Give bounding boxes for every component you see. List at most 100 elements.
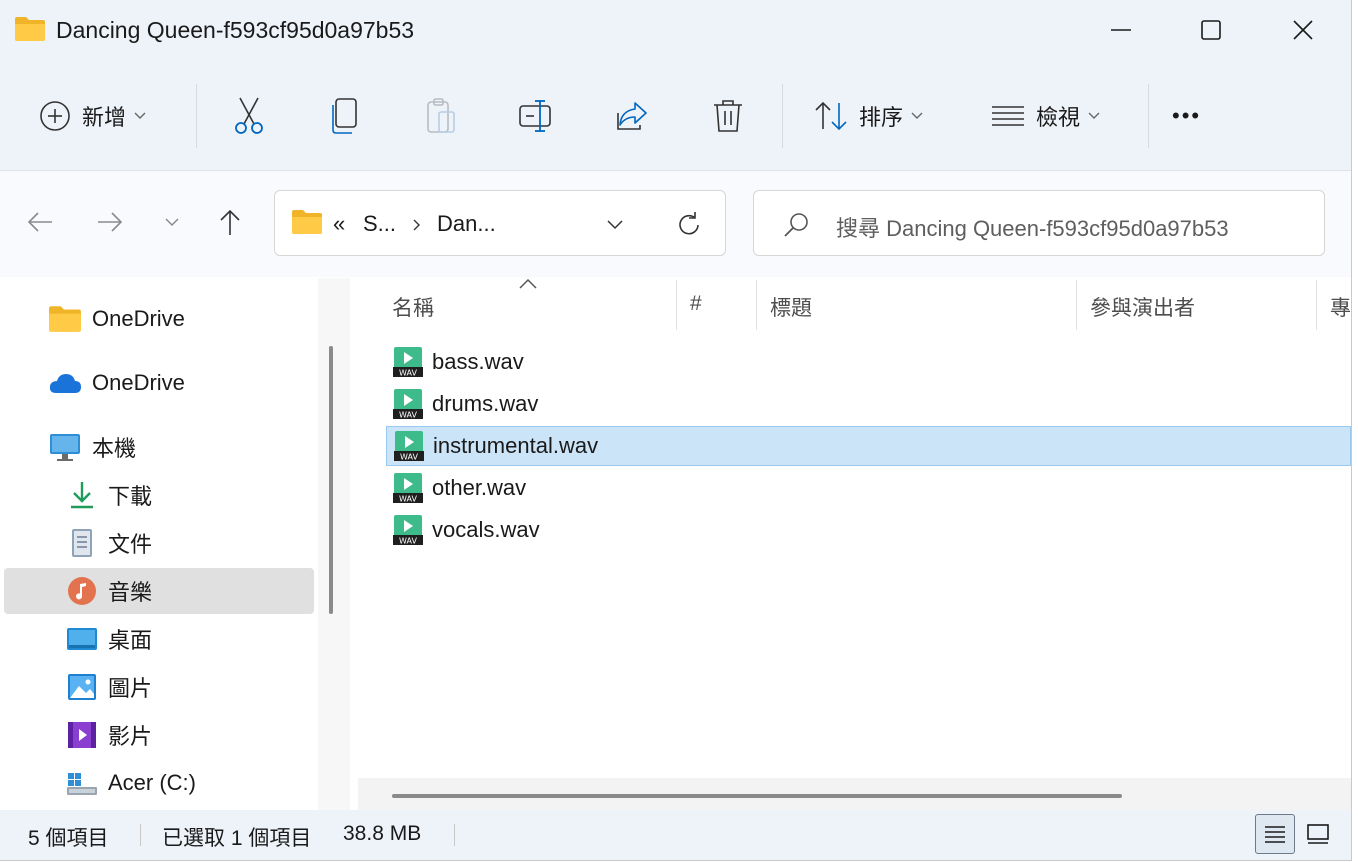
recent-locations-button[interactable] [154, 204, 190, 240]
rename-icon [519, 100, 551, 132]
chevron-down-icon [134, 112, 146, 119]
forward-button[interactable] [92, 204, 128, 240]
sidebar-item-videos[interactable]: 影片 [66, 712, 152, 758]
plus-circle-icon [40, 101, 70, 131]
column-header-name[interactable]: 名稱 [392, 292, 434, 322]
pane-splitter[interactable] [318, 278, 350, 810]
cut-button[interactable] [232, 90, 266, 142]
sidebar-item-label: 音樂 [108, 580, 153, 605]
file-name: bass.wav [432, 349, 524, 374]
back-button[interactable] [22, 204, 58, 240]
file-row[interactable]: WAV drums.wav [386, 384, 1351, 424]
wav-file-icon: WAV [393, 473, 423, 504]
status-divider [140, 824, 141, 846]
file-row[interactable]: WAV vocals.wav [386, 510, 1351, 550]
sidebar-item-documents[interactable]: 文件 [66, 520, 152, 566]
chevron-down-icon [911, 112, 923, 119]
sort-ascending-icon [519, 278, 537, 289]
file-row[interactable]: WAV other.wav [386, 468, 1351, 508]
window-title: Dancing Queen-f593cf95d0a97b53 [56, 17, 415, 43]
chevron-right-icon [413, 219, 420, 231]
paste-icon [427, 98, 455, 133]
folder-icon [292, 210, 322, 234]
folder-icon [15, 17, 45, 41]
minimize-icon [1111, 29, 1131, 31]
new-button[interactable]: 新增 [38, 90, 146, 142]
file-row-selected[interactable]: WAV instrumental.wav [386, 426, 1351, 466]
maximize-icon [1201, 20, 1221, 40]
column-divider[interactable] [756, 280, 757, 330]
breadcrumb-segment[interactable]: S... [363, 211, 396, 237]
file-name: instrumental.wav [433, 433, 599, 458]
tiles-view-button[interactable] [1298, 814, 1338, 854]
svg-text:WAV: WAV [400, 453, 418, 462]
sidebar-item-label: 本機 [92, 436, 137, 461]
list-view-icon [992, 106, 1024, 126]
address-overflow[interactable]: « [333, 211, 345, 237]
maximize-button[interactable] [1188, 10, 1234, 50]
sort-label: 排序 [859, 105, 904, 130]
refresh-icon[interactable] [675, 211, 703, 239]
document-icon [72, 529, 92, 557]
search-placeholder: 搜尋 Dancing Queen-f593cf95d0a97b53 [836, 216, 1229, 241]
drive-icon [67, 773, 97, 795]
wav-file-icon: WAV [393, 389, 423, 420]
share-button[interactable] [615, 90, 649, 142]
chevron-down-icon[interactable] [607, 220, 623, 230]
close-icon [1293, 20, 1313, 40]
scrollbar-thumb[interactable] [392, 794, 1122, 798]
new-label: 新增 [82, 105, 127, 130]
paste-button[interactable] [425, 90, 457, 142]
selection-count: 已選取 1 個項目 [162, 827, 312, 850]
details-view-button[interactable] [1255, 814, 1295, 854]
folder-icon [49, 306, 81, 332]
breadcrumb-segment[interactable]: Dan... [437, 211, 496, 237]
search-box[interactable]: 搜尋 Dancing Queen-f593cf95d0a97b53 [753, 190, 1325, 256]
sidebar-item-pictures[interactable]: 圖片 [66, 664, 152, 710]
sidebar-item-onedrive-folder[interactable]: OneDrive [48, 296, 185, 342]
toolbar-divider [782, 84, 783, 148]
navigation-bar: « S... Dan... 搜尋 Dancing Queen-f593cf95d… [0, 171, 1351, 277]
file-row[interactable]: WAV bass.wav [386, 342, 1351, 382]
sidebar-item-onedrive-cloud[interactable]: OneDrive [48, 360, 185, 406]
column-header-artists[interactable]: 參與演出者 [1090, 292, 1195, 322]
sidebar-scrollbar[interactable] [329, 346, 333, 614]
scissors-icon [235, 97, 263, 134]
minimize-button[interactable] [1098, 10, 1144, 50]
column-header-title[interactable]: 標題 [770, 292, 812, 322]
column-divider[interactable] [1076, 280, 1077, 330]
status-bar: 5 個項目 已選取 1 個項目 38.8 MB [0, 810, 1351, 860]
selection-size: 38.8 MB [343, 822, 422, 845]
column-divider[interactable] [1316, 280, 1317, 330]
close-button[interactable] [1280, 10, 1326, 50]
toolbar-divider [196, 84, 197, 148]
column-divider[interactable] [676, 280, 677, 330]
sort-button[interactable]: 排序 [813, 90, 923, 142]
sidebar-item-label: 下載 [108, 484, 153, 509]
file-name: vocals.wav [432, 517, 540, 542]
music-icon [68, 577, 96, 605]
copy-button[interactable] [330, 90, 360, 142]
sidebar-item-label: 桌面 [108, 628, 153, 653]
address-bar[interactable]: « S... Dan... [274, 190, 726, 256]
selected-highlight [4, 568, 314, 614]
up-button[interactable] [212, 204, 248, 240]
pictures-icon [68, 674, 96, 700]
sidebar-item-drive-c[interactable]: Acer (C:) [66, 760, 196, 806]
delete-button[interactable] [712, 90, 744, 142]
horizontal-scrollbar[interactable] [358, 778, 1351, 810]
column-header-album[interactable]: 專 [1330, 292, 1351, 322]
more-options-button[interactable]: ••• [1172, 90, 1201, 142]
sidebar-item-desktop[interactable]: 桌面 [66, 616, 152, 662]
column-header-number[interactable]: # [690, 292, 702, 316]
sidebar-item-music[interactable]: 音樂 [66, 568, 152, 614]
more-icon: ••• [1172, 103, 1202, 128]
view-button[interactable]: 檢視 [990, 90, 1100, 142]
search-icon [784, 213, 808, 237]
sidebar-item-this-pc[interactable]: 本機 [48, 424, 136, 470]
sidebar-item-label: Acer (C:) [108, 770, 196, 795]
sidebar-item-downloads[interactable]: 下載 [66, 472, 152, 518]
file-explorer-window: Dancing Queen-f593cf95d0a97b53 新增 排序 檢視 … [0, 0, 1352, 861]
tiles-view-icon [1307, 824, 1329, 844]
rename-button[interactable] [518, 90, 554, 142]
